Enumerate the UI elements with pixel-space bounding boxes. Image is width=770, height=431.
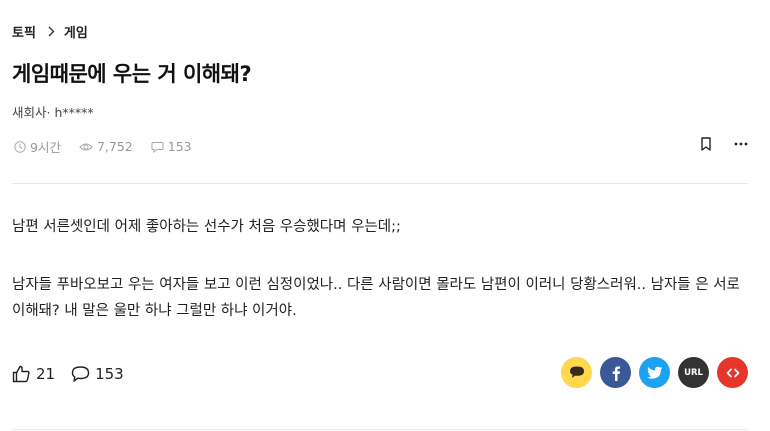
chevron-right-icon: [47, 26, 55, 37]
clock-icon: [14, 140, 26, 153]
bookmark-button[interactable]: [700, 137, 712, 151]
post-comments-text: 153: [167, 139, 192, 154]
post-title: 게임때문에 우는 거 이해돼?: [12, 62, 252, 86]
facebook-share-button[interactable]: [600, 357, 631, 388]
divider: [12, 183, 748, 184]
comment-button[interactable]: 153: [71, 365, 124, 383]
twitter-share-button[interactable]: [639, 357, 670, 388]
post-tools: [700, 137, 748, 151]
comment-count: 153: [95, 365, 124, 383]
facebook-icon: [612, 365, 620, 381]
url-icon: URL: [684, 367, 703, 378]
twitter-icon: [646, 366, 662, 379]
breadcrumb-topic[interactable]: 토픽: [12, 22, 36, 41]
post-paragraph: 남자들 푸바오보고 우는 여자들 보고 이런 심정이었나.. 다른 사람이면 몰…: [12, 277, 740, 319]
post-time: 9시간: [14, 137, 61, 156]
post-time-text: 9시간: [30, 140, 61, 155]
post-comments: 153: [151, 139, 192, 154]
like-button[interactable]: 21: [12, 365, 55, 383]
comment-icon: [71, 366, 90, 382]
more-icon: [734, 142, 748, 146]
eye-icon: [79, 143, 93, 150]
divider: [12, 429, 748, 430]
breadcrumb-category[interactable]: 게임: [64, 22, 88, 41]
post-views: 7,752: [79, 139, 133, 154]
post-meta: 9시간 7,752 153: [14, 137, 210, 156]
post-views-text: 7,752: [96, 139, 133, 154]
embed-icon: [726, 368, 739, 377]
bookmark-icon: [701, 137, 711, 151]
url-copy-button[interactable]: URL: [678, 357, 709, 388]
breadcrumb: 토픽 게임: [12, 22, 88, 41]
post-paragraph: 남편 서른셋인데 어제 좋아하는 선수가 처음 우승했다며 우는데;;: [12, 219, 401, 235]
comment-icon: [151, 141, 164, 153]
embed-share-button[interactable]: [717, 357, 748, 388]
kakao-share-button[interactable]: [561, 357, 592, 388]
post-actions: 21 153: [12, 365, 140, 383]
share-buttons: URL: [553, 357, 748, 388]
thumbs-up-icon: [12, 365, 30, 383]
like-count: 21: [36, 365, 56, 383]
post-author[interactable]: 새회사· h*****: [12, 102, 94, 121]
more-button[interactable]: [734, 142, 748, 146]
kakao-icon: [569, 366, 584, 378]
